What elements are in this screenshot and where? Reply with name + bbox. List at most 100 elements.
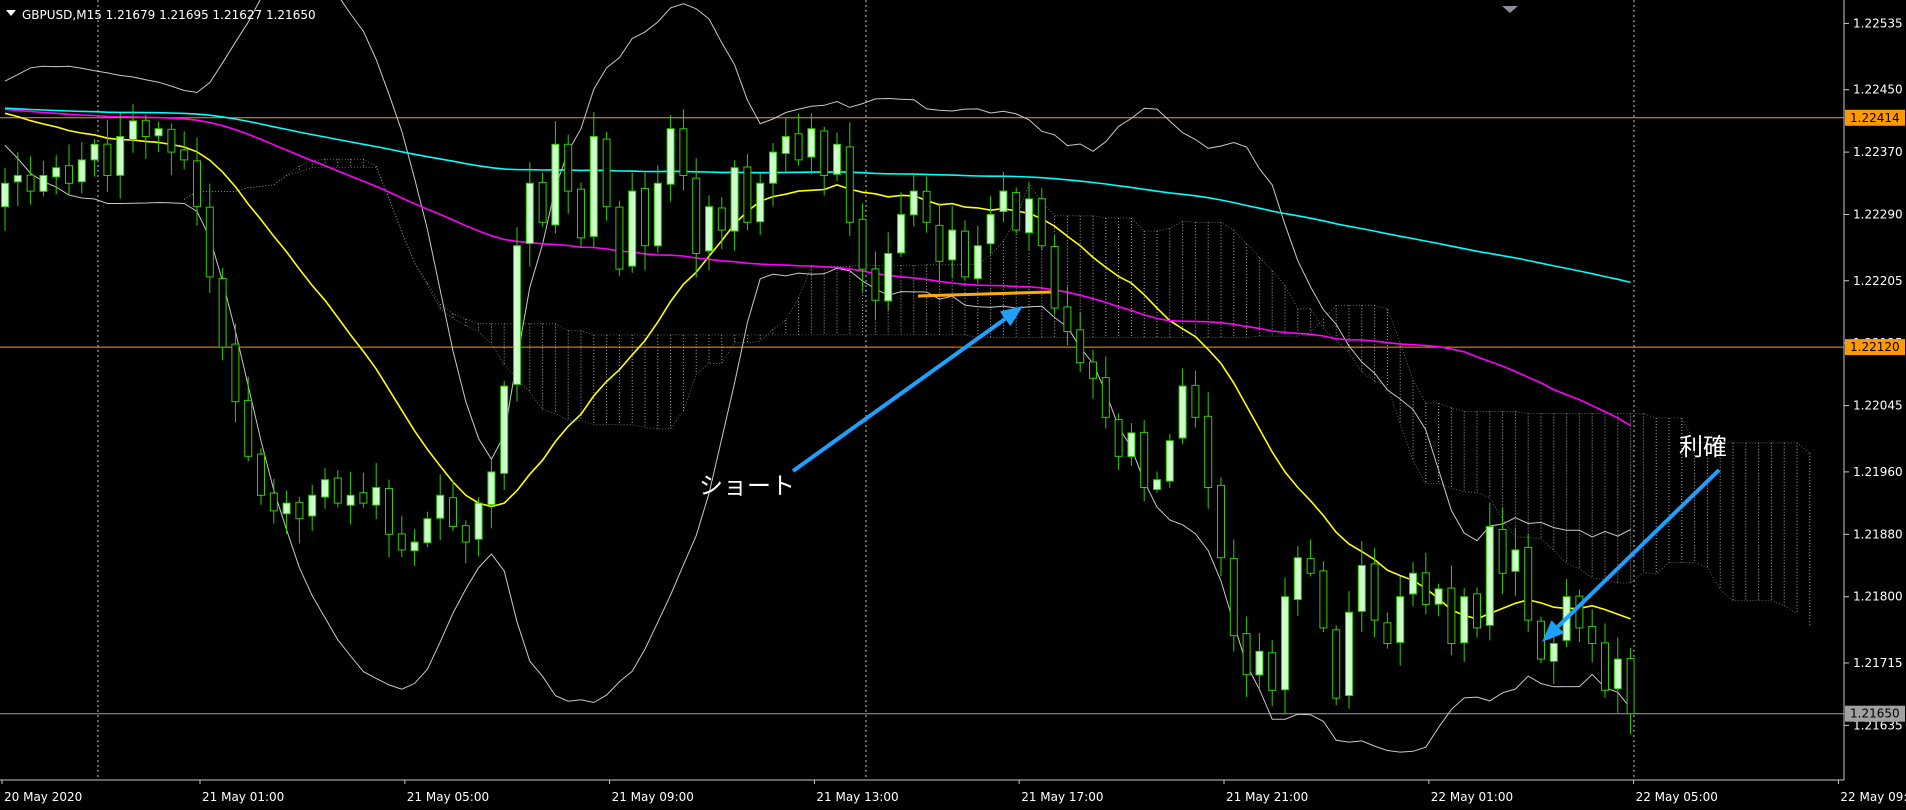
candle-bear-body — [935, 224, 944, 262]
candle-bull-body — [807, 128, 816, 158]
candle-bear-body — [231, 343, 240, 403]
candle-bull-body — [666, 128, 675, 185]
candle-bull-body — [1153, 479, 1161, 491]
candle-bull-body — [500, 385, 509, 474]
price-tick-label: 1.21715 — [1853, 656, 1903, 670]
candle-bear-body — [359, 492, 368, 504]
candle-bull-body — [346, 494, 355, 506]
candle-bear-body — [397, 533, 406, 551]
candle-bear-body — [1524, 546, 1533, 621]
candle-bear-body — [1140, 431, 1149, 488]
annotation-short: ショート — [699, 472, 795, 500]
candle-bull-body — [1025, 198, 1033, 234]
candle-bear-body — [1229, 558, 1238, 637]
candle-bull-body — [909, 190, 918, 216]
candle-bear-body — [65, 165, 73, 184]
candle-bear-body — [26, 174, 35, 192]
candle-bull-body — [39, 175, 48, 192]
candle-bull-body — [1127, 432, 1136, 458]
candle-bear-body — [794, 133, 803, 161]
candle-bear-body — [1370, 563, 1379, 621]
candle-bull-body — [551, 143, 560, 226]
candle-bear-body — [1101, 377, 1110, 418]
candle-bull-body — [410, 541, 419, 552]
candle-bull-body — [628, 190, 637, 267]
candle-bear-body — [692, 177, 701, 255]
candle-bull-body — [129, 120, 137, 140]
price-level-badge-text: 1.21650 — [1850, 707, 1900, 721]
price-tick-label: 1.22535 — [1853, 16, 1903, 30]
candle-bull-body — [474, 502, 483, 540]
candle-bear-body — [602, 138, 611, 208]
candle-bull-body — [1434, 588, 1443, 605]
price-tick-label: 1.22205 — [1853, 274, 1903, 288]
candle-bear-body — [858, 218, 867, 270]
candle-bear-body — [1191, 384, 1200, 418]
candle-bear-body — [244, 399, 253, 457]
candle-bear-body — [193, 160, 201, 208]
candle-bear-body — [218, 278, 227, 348]
candle-bear-body — [1063, 306, 1072, 332]
candle-bull-body — [1345, 611, 1353, 697]
price-tick-label: 1.22045 — [1853, 399, 1903, 413]
candle-bull-body — [999, 190, 1008, 213]
time-tick-label: 21 May 01:00 — [202, 790, 284, 804]
candle-bear-body — [180, 149, 189, 161]
candle-bear-body — [1498, 528, 1507, 574]
candle-bull-body — [705, 206, 713, 252]
candle-bull-body — [52, 167, 61, 178]
candle-bull-body — [525, 182, 534, 244]
chart-canvas[interactable]: 1.22535 1.22450 1.22370 1.22290 1.22205 1.221… — [0, 0, 1906, 810]
candle-bear-body — [333, 477, 342, 504]
candle-bear-body — [1012, 192, 1021, 231]
candle-bull-body — [513, 245, 521, 385]
time-tick-label: 21 May 21:00 — [1226, 790, 1308, 804]
candle-bull-body — [1396, 596, 1405, 643]
chart-title: GBPUSD,M15 1.21679 1.21695 1.21627 1.216… — [22, 8, 316, 22]
candle-bear-body — [257, 453, 265, 496]
candle-bear-body — [679, 128, 688, 176]
forex-chart[interactable]: 1.22535 1.22450 1.22370 1.22290 1.22205 1.221… — [0, 0, 1906, 810]
candle-bear-body — [1383, 622, 1392, 645]
candle-bear-body — [820, 130, 829, 177]
candle-bull-body — [436, 494, 445, 519]
candle-bull-body — [372, 487, 381, 506]
candle-bear-body — [538, 181, 547, 223]
candle-bull-body — [282, 502, 291, 515]
time-tick-label: 21 May 17:00 — [1021, 790, 1103, 804]
candle-bull-body — [833, 143, 841, 175]
candle-bear-body — [1588, 625, 1597, 645]
candle-bear-body — [295, 501, 304, 520]
candle-bull-body — [897, 214, 905, 254]
candle-bear-body — [717, 207, 726, 231]
candle-bear-body — [141, 119, 150, 137]
candle-bear-body — [269, 492, 278, 512]
candle-bull-body — [1178, 385, 1187, 439]
candle-bear-body — [1332, 629, 1341, 699]
price-tick-label: 1.22370 — [1853, 145, 1903, 159]
candle-bull-body — [1293, 557, 1302, 601]
candle-bull-body — [116, 136, 125, 176]
price-tick-label: 1.21800 — [1853, 590, 1903, 604]
time-tick-label: 22 May 01:00 — [1431, 790, 1513, 804]
candle-bear-body — [385, 487, 393, 535]
candle-bull-body — [1357, 565, 1366, 612]
candle-bear-body — [871, 268, 880, 301]
candle-bear-body — [1050, 245, 1059, 309]
price-tick-label: 1.22290 — [1853, 208, 1903, 222]
candle-bull-body — [423, 518, 432, 544]
candle-bear-body — [205, 206, 214, 278]
candle-bull-body — [90, 143, 99, 161]
candle-bull-body — [589, 136, 598, 237]
candle-bull-body — [973, 245, 982, 280]
price-level-badge-text: 1.22414 — [1850, 111, 1900, 125]
candle-bear-body — [449, 497, 457, 528]
candle-bear-body — [1473, 593, 1481, 629]
time-tick-label: 20 May 2020 — [4, 790, 82, 804]
price-tick-label: 1.21960 — [1853, 465, 1903, 479]
candle-bull-body — [756, 182, 765, 223]
candle-bear-body — [1242, 633, 1251, 676]
candle-bear-body — [615, 206, 624, 270]
candle-bull-body — [308, 494, 317, 517]
candle-bear-body — [743, 166, 752, 223]
